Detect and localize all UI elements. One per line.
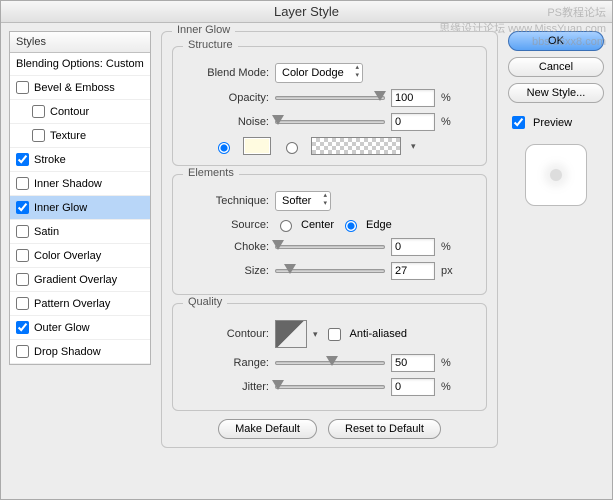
style-row-pattern-overlay[interactable]: Pattern Overlay (10, 292, 150, 316)
style-row-gradient-overlay[interactable]: Gradient Overlay (10, 268, 150, 292)
style-label: Contour (50, 106, 89, 118)
style-label: Outer Glow (34, 322, 90, 334)
new-style-button[interactable]: New Style... (508, 83, 604, 103)
inner-glow-group: Inner Glow Structure Blend Mode: Color D… (161, 31, 498, 448)
style-row-color-overlay[interactable]: Color Overlay (10, 244, 150, 268)
style-checkbox[interactable] (16, 177, 29, 190)
style-checkbox[interactable] (16, 153, 29, 166)
style-label: Inner Shadow (34, 178, 102, 190)
opacity-label: Opacity: (183, 92, 269, 104)
styles-header[interactable]: Styles (10, 32, 150, 53)
style-row-inner-shadow[interactable]: Inner Shadow (10, 172, 150, 196)
style-row-stroke[interactable]: Stroke (10, 148, 150, 172)
quality-title: Quality (183, 296, 227, 308)
source-center-label: Center (301, 219, 334, 231)
quality-group: Quality Contour: ▾ Anti-aliased Range: % (172, 303, 487, 411)
jitter-input[interactable] (391, 378, 435, 396)
color-radio[interactable] (218, 142, 230, 154)
preview-thumbnail (525, 144, 587, 206)
blending-options-row[interactable]: Blending Options: Custom (10, 53, 150, 76)
anti-aliased-label: Anti-aliased (350, 328, 407, 340)
size-slider[interactable] (275, 269, 385, 273)
contour-label: Contour: (183, 328, 269, 340)
style-checkbox[interactable] (16, 225, 29, 238)
style-row-texture[interactable]: Texture (10, 124, 150, 148)
reset-default-button[interactable]: Reset to Default (328, 419, 441, 439)
style-label: Satin (34, 226, 59, 238)
source-edge-radio[interactable] (345, 220, 357, 232)
range-slider[interactable] (275, 361, 385, 365)
source-label: Source: (183, 219, 269, 231)
style-checkbox[interactable] (16, 321, 29, 334)
anti-aliased-checkbox[interactable] (328, 328, 341, 341)
style-row-outer-glow[interactable]: Outer Glow (10, 316, 150, 340)
choke-input[interactable] (391, 238, 435, 256)
size-label: Size: (183, 265, 269, 277)
technique-select[interactable]: Softer (275, 191, 331, 211)
source-edge-label: Edge (366, 219, 392, 231)
preview-dot-icon (550, 169, 562, 181)
blend-mode-label: Blend Mode: (183, 67, 269, 79)
jitter-label: Jitter: (183, 381, 269, 393)
preview-label: Preview (533, 117, 572, 129)
blend-mode-select[interactable]: Color Dodge (275, 63, 363, 83)
style-row-bevel-emboss[interactable]: Bevel & Emboss (10, 76, 150, 100)
range-label: Range: (183, 357, 269, 369)
gradient-radio[interactable] (286, 142, 298, 154)
choke-label: Choke: (183, 241, 269, 253)
style-row-contour[interactable]: Contour (10, 100, 150, 124)
style-checkbox[interactable] (16, 345, 29, 358)
source-center-radio[interactable] (280, 220, 292, 232)
style-label: Gradient Overlay (34, 274, 117, 286)
style-checkbox[interactable] (16, 81, 29, 94)
gradient-chevron-icon[interactable]: ▾ (411, 141, 416, 152)
style-label: Stroke (34, 154, 66, 166)
noise-input[interactable] (391, 113, 435, 131)
style-checkbox[interactable] (16, 297, 29, 310)
styles-list: Styles Blending Options: Custom Bevel & … (9, 31, 151, 456)
make-default-button[interactable]: Make Default (218, 419, 317, 439)
elements-title: Elements (183, 167, 239, 179)
style-row-inner-glow[interactable]: Inner Glow (10, 196, 150, 220)
noise-slider[interactable] (275, 120, 385, 124)
style-checkbox[interactable] (32, 105, 45, 118)
style-label: Inner Glow (34, 202, 87, 214)
structure-title: Structure (183, 39, 238, 51)
style-label: Texture (50, 130, 86, 142)
dialog-buttons: OK Cancel New Style... Preview (508, 31, 604, 456)
style-label: Color Overlay (34, 250, 101, 262)
preview-checkbox[interactable] (512, 116, 525, 129)
style-checkbox[interactable] (32, 129, 45, 142)
size-input[interactable] (391, 262, 435, 280)
range-input[interactable] (391, 354, 435, 372)
elements-group: Elements Technique: Softer Source: Cente… (172, 174, 487, 295)
style-row-satin[interactable]: Satin (10, 220, 150, 244)
noise-label: Noise: (183, 116, 269, 128)
choke-slider[interactable] (275, 245, 385, 249)
style-row-drop-shadow[interactable]: Drop Shadow (10, 340, 150, 364)
opacity-input[interactable] (391, 89, 435, 107)
gradient-swatch[interactable] (311, 137, 401, 155)
color-swatch[interactable] (243, 137, 271, 155)
style-label: Pattern Overlay (34, 298, 110, 310)
technique-label: Technique: (183, 195, 269, 207)
contour-picker[interactable] (275, 320, 307, 348)
structure-group: Structure Blend Mode: Color Dodge Opacit… (172, 46, 487, 166)
style-checkbox[interactable] (16, 273, 29, 286)
jitter-slider[interactable] (275, 385, 385, 389)
style-checkbox[interactable] (16, 201, 29, 214)
cancel-button[interactable]: Cancel (508, 57, 604, 77)
effect-settings: Inner Glow Structure Blend Mode: Color D… (161, 31, 498, 456)
style-checkbox[interactable] (16, 249, 29, 262)
contour-chevron-icon[interactable]: ▾ (313, 329, 318, 340)
panel-title: Inner Glow (172, 24, 235, 36)
opacity-slider[interactable] (275, 96, 385, 100)
layer-style-dialog: Layer Style PS教程论坛 思缘设计论坛 www.MissYuan.c… (0, 0, 613, 500)
style-label: Drop Shadow (34, 346, 101, 358)
style-label: Bevel & Emboss (34, 82, 115, 94)
